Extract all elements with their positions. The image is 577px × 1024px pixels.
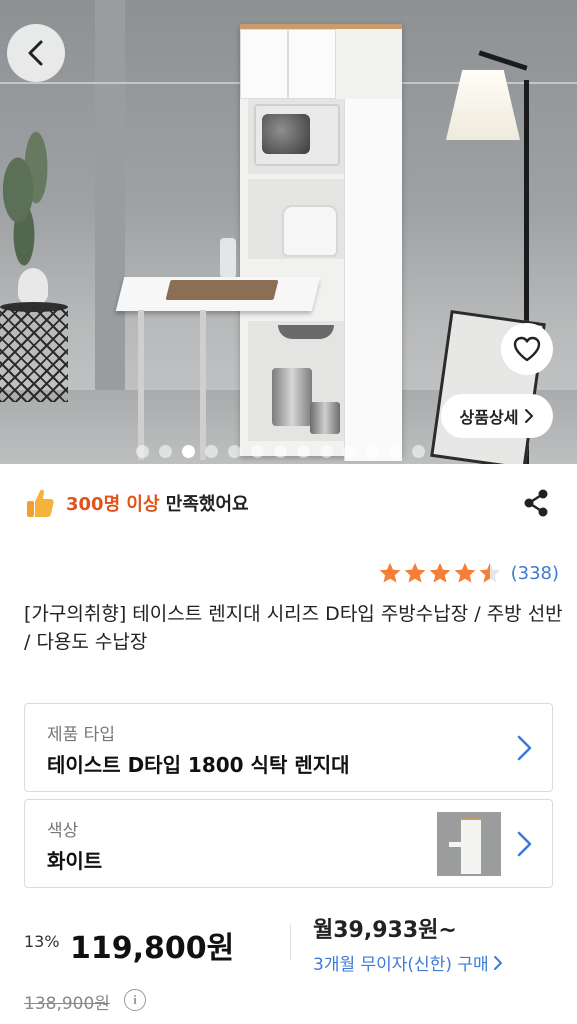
star-icon xyxy=(379,562,400,583)
carousel-dot[interactable] xyxy=(366,445,379,458)
share-button[interactable] xyxy=(516,486,556,520)
small-pot xyxy=(310,402,340,434)
star-icon xyxy=(404,562,425,583)
rice-cooker xyxy=(282,205,338,257)
chevron-right-icon xyxy=(517,735,532,761)
option-value: 화이트 xyxy=(47,849,103,873)
info-icon[interactable]: i xyxy=(124,989,146,1011)
water-bottle xyxy=(220,238,236,278)
monthly-price: 월39,933원~ xyxy=(313,918,457,943)
installment-link[interactable]: 3개월 무이자(신한) 구매 xyxy=(313,950,503,975)
product-detail-button[interactable]: 상품상세 xyxy=(441,394,553,438)
back-button[interactable] xyxy=(7,24,65,82)
satisfaction-suffix: 만족했어요 xyxy=(159,494,249,515)
color-thumbnail xyxy=(437,812,501,876)
chevron-right-icon xyxy=(525,409,534,423)
carousel-indicator xyxy=(0,445,577,458)
carousel-dot[interactable] xyxy=(251,445,264,458)
rating-summary[interactable]: (338) xyxy=(378,561,559,585)
price-divider xyxy=(290,924,291,960)
satisfaction-text: 300명 이상 만족했어요 xyxy=(66,490,249,516)
lamp-shade xyxy=(446,70,520,140)
carousel-dot[interactable] xyxy=(228,445,241,458)
star-rating xyxy=(378,561,502,585)
option-color[interactable]: 색상 화이트 xyxy=(24,799,553,888)
stock-pot xyxy=(272,368,312,426)
option-product-type[interactable]: 제품 타입 테이스트 D타입 1800 식탁 렌지대 xyxy=(24,703,553,792)
vase-decor xyxy=(18,268,48,304)
satisfaction-banner: 300명 이상 만족했어요 xyxy=(24,484,249,522)
share-icon xyxy=(524,489,548,517)
star-icon xyxy=(479,562,500,583)
wishlist-button[interactable] xyxy=(501,323,553,375)
review-count[interactable]: (338) xyxy=(511,563,559,584)
chevron-left-icon xyxy=(28,40,43,66)
carousel-dot[interactable] xyxy=(159,445,172,458)
wall-panel xyxy=(95,0,125,390)
cabinet-door-left xyxy=(240,29,288,99)
option-label: 색상 xyxy=(47,821,79,841)
carousel-dot[interactable] xyxy=(297,445,310,458)
carousel-dot[interactable] xyxy=(205,445,218,458)
carousel-dot[interactable] xyxy=(320,445,333,458)
option-value: 테이스트 D타입 1800 식탁 렌지대 xyxy=(47,753,350,777)
tray xyxy=(165,280,279,300)
carousel-dot[interactable] xyxy=(412,445,425,458)
chevron-right-icon xyxy=(493,955,502,970)
table-leg xyxy=(138,310,144,460)
product-detail-label: 상품상세 xyxy=(459,408,519,427)
discount-rate: 13% xyxy=(24,932,60,951)
sale-price: 119,800원 xyxy=(70,931,235,966)
option-label: 제품 타입 xyxy=(47,725,115,745)
carousel-dot[interactable] xyxy=(274,445,287,458)
carousel-dot[interactable] xyxy=(389,445,402,458)
heart-icon xyxy=(513,336,541,362)
carousel-dot[interactable] xyxy=(343,445,356,458)
plant-decor xyxy=(0,130,60,280)
frying-pan xyxy=(278,325,334,339)
product-title: [가구의취향] 테이스트 렌지대 시리즈 D타입 주방수납장 / 주방 선반 /… xyxy=(24,603,563,653)
side-table xyxy=(0,306,68,402)
star-icon xyxy=(429,562,450,583)
product-image-carousel[interactable]: 상품상세 xyxy=(0,0,577,464)
carousel-dot[interactable] xyxy=(136,445,149,458)
table-leg xyxy=(200,310,206,460)
satisfaction-highlight: 300명 이상 xyxy=(66,494,160,515)
installment-label: 3개월 무이자(신한) 구매 xyxy=(313,955,489,975)
cabinet-side xyxy=(344,99,402,461)
lamp-arm xyxy=(478,50,528,71)
chevron-right-icon xyxy=(517,831,532,857)
microwave xyxy=(254,104,340,166)
cabinet-door-right xyxy=(288,29,336,99)
carousel-dot[interactable] xyxy=(182,445,195,458)
thumbs-up-icon xyxy=(24,487,56,519)
original-price: 138,900원 xyxy=(24,994,110,1014)
star-icon xyxy=(454,562,475,583)
